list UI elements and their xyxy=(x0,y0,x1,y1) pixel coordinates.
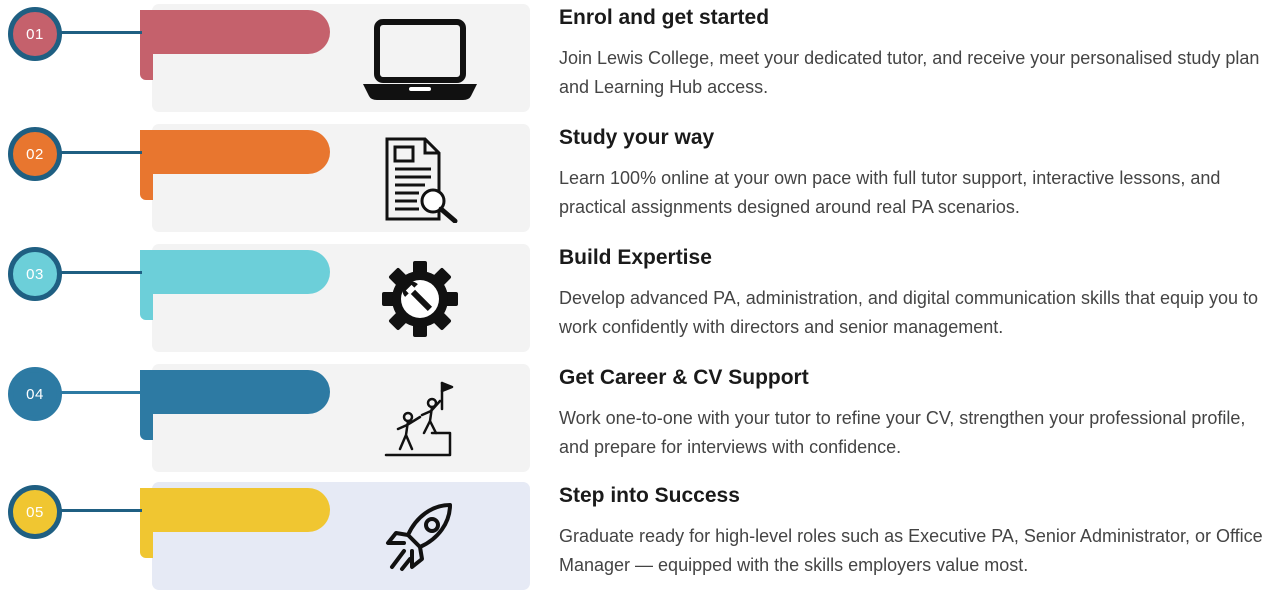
step-ribbon xyxy=(140,488,330,532)
ribbon-tail xyxy=(140,294,153,320)
climbers-icon xyxy=(360,374,480,464)
step-number-badge: 05 xyxy=(8,485,62,539)
step-description: Learn 100% online at your own pace with … xyxy=(559,168,1221,217)
connector-line xyxy=(60,31,142,34)
ribbon-tail xyxy=(140,174,153,200)
gear-wrench-icon xyxy=(360,254,480,344)
step-number-badge: 03 xyxy=(8,247,62,301)
ribbon-tail xyxy=(140,532,153,558)
rocket-icon xyxy=(360,492,480,582)
step-number-badge: 02 xyxy=(8,127,62,181)
document-search-icon xyxy=(360,134,480,224)
ribbon-tail xyxy=(140,414,153,440)
step-title: Enrol and get started xyxy=(559,6,770,29)
step-ribbon xyxy=(140,130,330,174)
connector-line xyxy=(60,509,142,512)
connector-line xyxy=(60,151,142,154)
step-title: Get Career & CV Support xyxy=(559,366,809,389)
step-number-badge: 01 xyxy=(8,7,62,61)
step-title: Step into Success xyxy=(559,484,740,507)
step-description: Join Lewis College, meet your dedicated … xyxy=(559,48,1260,97)
step-ribbon xyxy=(140,10,330,54)
step-ribbon xyxy=(140,250,330,294)
step-title: Study your way xyxy=(559,126,715,149)
step-description: Develop advanced PA, administration, and… xyxy=(559,288,1259,337)
connector-line xyxy=(60,271,142,274)
connector-line xyxy=(60,391,142,394)
step-4: 04 Get Career & CV Support Work one-to-o… xyxy=(0,360,1274,474)
steps-infographic: 01 Enrol and get started Join Lewis Coll… xyxy=(0,0,1274,607)
step-1: 01 Enrol and get started Join Lewis Coll… xyxy=(0,0,1274,114)
step-description: Graduate ready for high-level roles such… xyxy=(559,526,1263,575)
step-title: Build Expertise xyxy=(559,246,712,269)
step-5: 05 Step into Success Graduate ready for … xyxy=(0,478,1274,592)
laptop-icon xyxy=(360,14,480,104)
step-number-badge: 04 xyxy=(8,367,62,421)
step-ribbon xyxy=(140,370,330,414)
ribbon-tail xyxy=(140,54,153,80)
step-2: 02 Study your way Learn 100% online at y… xyxy=(0,120,1274,234)
step-3: 03 Build Expertise Develop advanced PA, … xyxy=(0,240,1274,354)
step-description: Work one-to-one with your tutor to refin… xyxy=(559,408,1246,457)
